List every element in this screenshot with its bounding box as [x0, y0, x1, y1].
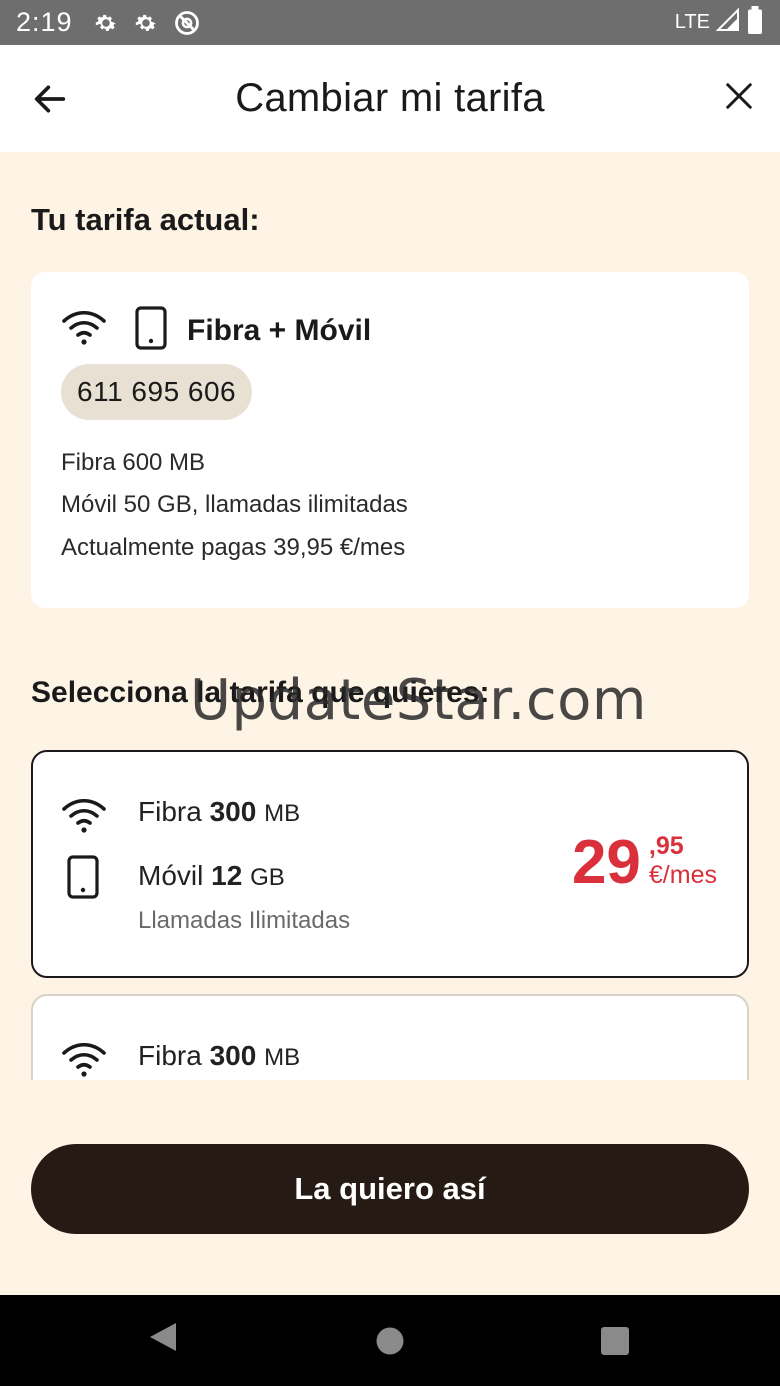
plan-option[interactable]: Fibra 300 MB: [31, 994, 749, 1080]
current-plan-fibra: Fibra 600 MB: [61, 449, 206, 476]
wifi-icon: [61, 308, 107, 353]
plan-fibra: Fibra 300 MB: [138, 1040, 300, 1072]
block-icon: [173, 9, 201, 37]
plan-fibra: Fibra 300 MB: [138, 796, 300, 828]
wifi-icon: [61, 1040, 107, 1080]
home-nav-icon[interactable]: [375, 1326, 405, 1361]
plan-movil-label: Móvil: [138, 860, 204, 891]
battery-icon: [746, 5, 764, 40]
settings-icon: [133, 10, 159, 36]
network-label: LTE: [674, 11, 710, 33]
phone-number-chip: 611 695 606: [61, 364, 253, 420]
select-plan-heading: Selecciona la tarifa que quieres:: [31, 676, 490, 709]
current-plan-heading: Tu tarifa actual:: [31, 202, 260, 237]
current-plan-header: Fibra + Móvil: [61, 306, 371, 355]
plan-movil-value: 12: [211, 860, 243, 891]
back-nav-icon[interactable]: [148, 1321, 178, 1358]
plan-fibra-value: 300: [209, 1040, 257, 1071]
plan-fibra-unit: MB: [264, 1044, 301, 1071]
status-time: 2:19: [16, 7, 73, 37]
mobile-phone-icon: [135, 306, 167, 355]
arrow-left-icon[interactable]: [30, 79, 70, 119]
plan-movil-unit: GB: [250, 864, 285, 891]
mobile-phone-icon: [67, 855, 99, 904]
plan-price: 29 ,95 €/mes: [572, 832, 717, 894]
price-period: €/mes: [648, 861, 717, 889]
current-plan-name: Fibra + Móvil: [187, 313, 372, 347]
plan-fibra-unit: MB: [264, 800, 301, 827]
current-plan-movil: Móvil 50 GB, llamadas ilimitadas: [61, 491, 408, 518]
current-plan-card: Fibra + Móvil 611 695 606 Fibra 600 MB M…: [31, 272, 749, 608]
close-icon[interactable]: [724, 81, 754, 111]
current-plan-payment: Actualmente pagas 39,95 €/mes: [61, 534, 406, 561]
plan-fibra-label: Fibra: [138, 796, 202, 827]
page-title: Cambiar mi tarifa: [235, 76, 545, 120]
system-nav-bar: [0, 1295, 780, 1386]
app-bar: Cambiar mi tarifa: [0, 45, 780, 152]
status-bar: 2:19 LTE: [0, 0, 780, 45]
plan-list[interactable]: Fibra 300 MB Móvil 12 GB Llamadas Ilimit…: [0, 740, 780, 1080]
price-cents: ,95: [648, 832, 684, 860]
recents-nav-icon[interactable]: [600, 1326, 630, 1361]
confirm-plan-button[interactable]: La quiero así: [31, 1144, 749, 1234]
plan-fibra-label: Fibra: [138, 1040, 202, 1071]
signal-icon: [715, 7, 740, 38]
wifi-icon: [61, 796, 107, 841]
plan-calls: Llamadas Ilimitadas: [138, 907, 351, 934]
plan-fibra-value: 300: [209, 796, 257, 827]
price-integer: 29: [571, 828, 641, 897]
plan-movil: Móvil 12 GB: [138, 860, 285, 892]
plan-option[interactable]: Fibra 300 MB Móvil 12 GB Llamadas Ilimit…: [31, 750, 749, 978]
settings-icon: [93, 10, 119, 36]
